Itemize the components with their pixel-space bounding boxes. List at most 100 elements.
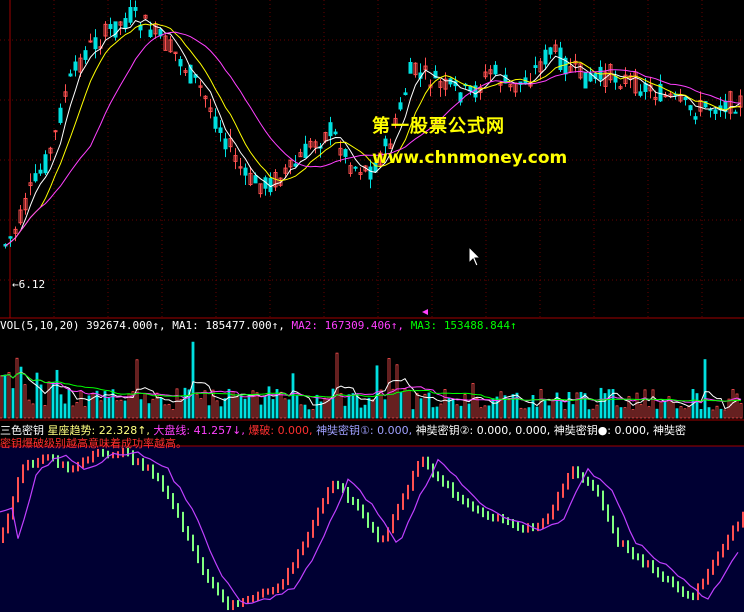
volume-bar — [343, 405, 347, 419]
volume-bar — [395, 364, 399, 419]
oscillator-bar — [212, 576, 214, 589]
oscillator-bar — [502, 514, 504, 524]
oscillator-bar — [202, 557, 204, 576]
volume-bar — [271, 399, 275, 419]
oscillator-bar — [407, 484, 409, 500]
oscillator-bar — [262, 588, 264, 598]
oscillator-bar — [317, 507, 319, 526]
volume-bar — [315, 394, 319, 419]
candle-body — [643, 83, 648, 92]
oscillator-bar — [357, 498, 359, 511]
volume-bar — [99, 400, 103, 419]
price-ma-long-line — [5, 31, 741, 247]
oscillator-bar — [192, 534, 194, 552]
osc-key2-label: 神奘密钥②: — [415, 424, 474, 437]
volume-bar — [15, 357, 19, 419]
volume-bar — [279, 391, 283, 419]
oscillator-bar — [47, 454, 49, 461]
osc-header: 三色密钥 星座趋势: 22.328↑, 大盘线: 41.257↓, 爆破: 0.… — [0, 424, 686, 438]
volume-bar — [595, 404, 599, 419]
volume-bar — [399, 391, 403, 419]
volume-bar — [431, 407, 435, 419]
candle-body — [663, 95, 668, 98]
oscillator-bar — [282, 579, 284, 590]
price-low-value: 6.12 — [18, 278, 46, 291]
oscillator-bar — [417, 460, 419, 477]
oscillator-bar — [62, 461, 64, 468]
volume-bar — [683, 408, 687, 419]
volume-bar — [523, 408, 527, 419]
scroll-marker — [422, 309, 428, 315]
osc-note: 密钥爆破级别越高意味着成功率越高。 — [0, 437, 187, 450]
osc-burst-value: 0.000, — [277, 424, 313, 437]
oscillator-bar — [557, 491, 559, 511]
volume-bar — [159, 397, 163, 419]
oscillator-bar — [587, 476, 589, 486]
oscillator-bar — [302, 541, 304, 556]
volume-bar — [383, 399, 387, 419]
volume-bar — [283, 398, 287, 419]
candle-body — [178, 59, 183, 67]
volume-bar — [223, 398, 227, 419]
osc-key4-label: 神奘密 — [653, 424, 687, 437]
volume-bar — [443, 389, 447, 419]
oscillator-bar — [297, 549, 299, 569]
oscillator-bar — [367, 512, 369, 528]
oscillator-bar — [602, 490, 604, 511]
vol-label: VOL(5,10,20) — [0, 319, 80, 332]
volume-bar — [275, 389, 279, 419]
candle-body — [88, 40, 93, 43]
chart-canvas[interactable] — [0, 0, 744, 612]
oscillator-bar — [287, 567, 289, 586]
candle-body — [398, 102, 403, 110]
candle-body — [38, 169, 43, 174]
volume-bar — [87, 395, 91, 419]
volume-bar — [551, 398, 555, 419]
vol-ma2-value: 167309.406↑, — [324, 319, 405, 332]
candle-body — [533, 65, 538, 68]
volume-bar — [311, 409, 315, 419]
vol-header: VOL(5,10,20) 392674.000↑, MA1: 185477.00… — [0, 319, 517, 333]
vol-ma3-label: MA3: — [410, 319, 438, 332]
watermark-title: 第一股票公式网 — [372, 116, 505, 137]
volume-bar — [247, 394, 251, 419]
volume-bar — [171, 409, 175, 419]
volume-bar — [735, 393, 739, 419]
vol-ma3-value: 153488.844↑ — [443, 319, 517, 332]
volume-bar — [671, 401, 675, 419]
price-low-marker: ←6.12 — [12, 278, 46, 291]
oscillator-bar — [667, 575, 669, 583]
volume-bar — [643, 389, 647, 419]
oscillator-bar — [207, 569, 209, 583]
volume-bar — [619, 407, 623, 419]
oscillator-bar — [522, 524, 524, 533]
volume-bar — [559, 399, 563, 419]
oscillator-bar — [137, 458, 139, 466]
oscillator-bar — [372, 521, 374, 533]
volume-bar — [567, 392, 571, 419]
volume-bar — [175, 388, 179, 419]
oscillator-bar — [672, 576, 674, 588]
volume-bar — [59, 394, 63, 419]
candle-body — [693, 116, 698, 120]
volume-bar — [351, 393, 355, 419]
volume-bar — [579, 391, 583, 419]
oscillator-bar — [397, 503, 399, 521]
volume-bar — [499, 391, 503, 419]
volume-bar — [255, 392, 259, 419]
candle-body — [583, 71, 588, 89]
oscillator-bar — [27, 459, 29, 471]
candle-body — [328, 122, 333, 137]
candle-body — [68, 73, 73, 77]
candle-body — [303, 143, 308, 159]
oscillator-bar — [702, 578, 704, 590]
candle-body — [683, 97, 688, 101]
volume-bar — [51, 381, 55, 419]
volume-bar — [507, 399, 511, 419]
volume-bar — [295, 395, 299, 419]
volume-bar — [535, 406, 539, 419]
volume-bar — [555, 392, 559, 419]
oscillator-bar — [277, 583, 279, 593]
volume-bar — [75, 402, 79, 419]
volume-bar — [367, 397, 371, 419]
